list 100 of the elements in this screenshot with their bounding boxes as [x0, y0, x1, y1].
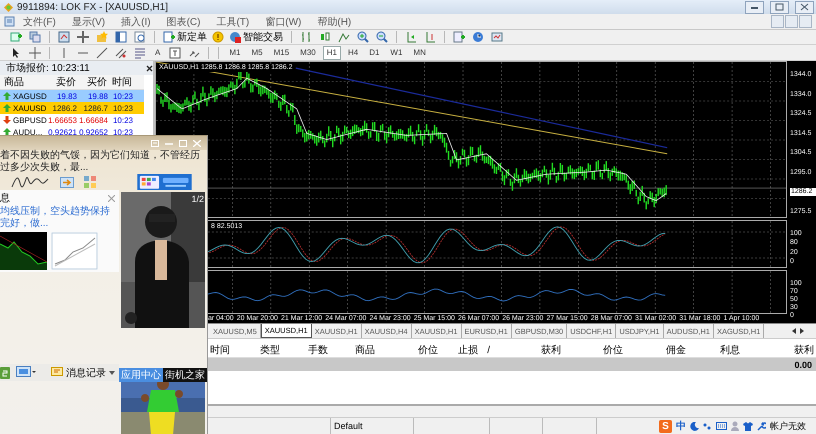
notes-icon — [51, 367, 63, 378]
symbol-name: XAGUSD — [13, 92, 48, 100]
ask-price: 1.66684 — [79, 116, 109, 124]
quote-time: 10:23 — [112, 116, 134, 124]
profiles-icon[interactable] — [29, 31, 41, 43]
zoom-in-icon[interactable] — [357, 31, 369, 43]
menu-item[interactable]: 插入(I) — [113, 14, 159, 28]
quote-row[interactable]: XAUUSD 1286.2 1286.7 10:23 — [0, 102, 144, 114]
navigator-icon[interactable] — [77, 31, 89, 43]
column-header: 止损 — [457, 344, 479, 357]
timeframe-button[interactable]: D1 — [365, 46, 384, 60]
quote-row[interactable]: GBPUSD 1.66653 1.66684 10:23 — [0, 114, 144, 126]
account-status: 帐户无效 — [769, 420, 807, 432]
candlestick-icon[interactable] — [319, 31, 331, 43]
fibonacci-icon[interactable] — [134, 46, 146, 58]
indicators-icon[interactable] — [453, 31, 465, 43]
window-title: 9911894: LOK FX - [XAUUSD,H1] — [17, 2, 169, 12]
timeframe-button[interactable]: M5 — [247, 46, 267, 60]
chart-shift-icon[interactable] — [424, 31, 436, 43]
menu-item[interactable]: 图表(C) — [158, 14, 208, 28]
timeframe-button[interactable]: M30 — [296, 46, 320, 60]
trend-line-icon[interactable] — [96, 46, 108, 58]
status-message: 着不因失败的气馁，因为它们知道，不管经历过多少次失败，最... — [0, 150, 201, 174]
symbol-name: AUDU... — [13, 128, 44, 136]
templates-icon[interactable] — [491, 31, 503, 43]
document-icon — [4, 16, 15, 27]
app-center-link[interactable]: 应用中心 — [119, 368, 163, 382]
punctuation-icon[interactable] — [703, 422, 712, 430]
warning-icon — [212, 31, 224, 43]
scroll-left-icon[interactable] — [792, 328, 796, 334]
quote-time: 10:23 — [112, 92, 134, 100]
line-chart-icon[interactable] — [338, 31, 350, 43]
news-link[interactable]: 均线压制，空头趋势保持完好，做... — [0, 206, 119, 230]
app-label: 街机之家 — [163, 368, 207, 382]
scroll-right-icon[interactable] — [800, 328, 804, 334]
close-button[interactable] — [795, 0, 814, 14]
close-icon[interactable] — [146, 64, 153, 72]
quote-time: 10:23 — [112, 104, 134, 112]
symbol-name: GBPUSD — [13, 116, 48, 124]
maximize-button[interactable] — [770, 0, 789, 14]
quote-row[interactable]: XAGUSD 19.83 19.88 10:23 — [0, 90, 144, 102]
clock-icon[interactable] — [472, 31, 484, 43]
menu-item[interactable]: 帮助(H) — [309, 14, 360, 28]
new-order-icon — [163, 31, 175, 43]
column-header: 商品 — [354, 344, 376, 357]
ime-mode[interactable]: 中 — [676, 419, 686, 433]
timeframe-button[interactable]: H4 — [344, 46, 362, 60]
moon-icon[interactable] — [690, 422, 699, 430]
menu-item[interactable]: 显示(V) — [64, 14, 114, 28]
app-logo-icon — [4, 2, 13, 12]
label-icon[interactable] — [169, 46, 182, 58]
column-header: 获利 — [540, 344, 562, 357]
bid-price: 1.66653 — [47, 116, 78, 124]
auto-scroll-icon[interactable] — [405, 31, 417, 43]
timeframe-button[interactable]: M15 — [270, 46, 294, 60]
photo-counter: 1/2 — [191, 194, 204, 204]
menu-item[interactable]: 工具(T) — [208, 14, 258, 28]
zoom-out-icon[interactable] — [376, 31, 388, 43]
column-header: 商品 — [3, 76, 25, 89]
bid-price: 19.83 — [56, 92, 78, 100]
profile-name: Default — [334, 421, 363, 431]
expert-advisors-button[interactable]: 智能交易 — [227, 30, 285, 44]
column-header: 时间 — [111, 76, 133, 89]
folder-star-icon[interactable] — [96, 31, 108, 43]
column-header: 时间 — [210, 344, 231, 357]
column-header: 佣金 — [665, 344, 687, 357]
bar-chart-icon[interactable] — [300, 31, 312, 43]
timeframe-button[interactable]: W1 — [386, 46, 406, 60]
quote-time: 10:23 — [112, 128, 134, 136]
crosshair-icon[interactable] — [29, 46, 41, 58]
column-header: 价位 — [417, 344, 439, 357]
timeframe-button[interactable]: MN — [409, 46, 430, 60]
column-header: 卖价 — [55, 76, 77, 89]
timeframe-button[interactable]: M1 — [225, 46, 244, 60]
menu-item[interactable]: 文件(F) — [15, 14, 64, 28]
column-header: 获利 — [793, 344, 815, 357]
text-tool-button[interactable]: A — [151, 46, 164, 60]
tester-icon[interactable] — [134, 31, 146, 43]
total-profit: 0.00 — [794, 360, 812, 370]
timeframe-button[interactable]: H1 — [322, 46, 341, 60]
market-watch-icon[interactable] — [58, 31, 70, 43]
column-header: 买价 — [86, 76, 108, 89]
minimize-button[interactable] — [745, 0, 764, 14]
shirt-icon[interactable] — [743, 422, 753, 430]
wrench-icon[interactable] — [757, 422, 766, 430]
keyboard-icon[interactable] — [716, 422, 727, 430]
app-icon[interactable] — [0, 366, 10, 378]
menu-item[interactable]: 窗口(W) — [257, 14, 310, 28]
column-header: 价位 — [602, 344, 624, 357]
new-order-button[interactable]: 新定单 — [161, 30, 209, 44]
column-header: / — [486, 344, 491, 356]
robot-icon — [229, 31, 241, 43]
ask-price: 0.92652 — [79, 128, 109, 136]
channel-icon[interactable] — [115, 46, 127, 58]
panel-title: 市场报价: 10:23:11 — [6, 62, 91, 75]
terminal-icon[interactable] — [115, 31, 127, 43]
monitor-icon — [16, 366, 36, 379]
ask-price: 19.88 — [86, 92, 109, 100]
cursor-icon[interactable] — [10, 46, 22, 58]
bid-price: 0.92621 — [47, 128, 78, 136]
